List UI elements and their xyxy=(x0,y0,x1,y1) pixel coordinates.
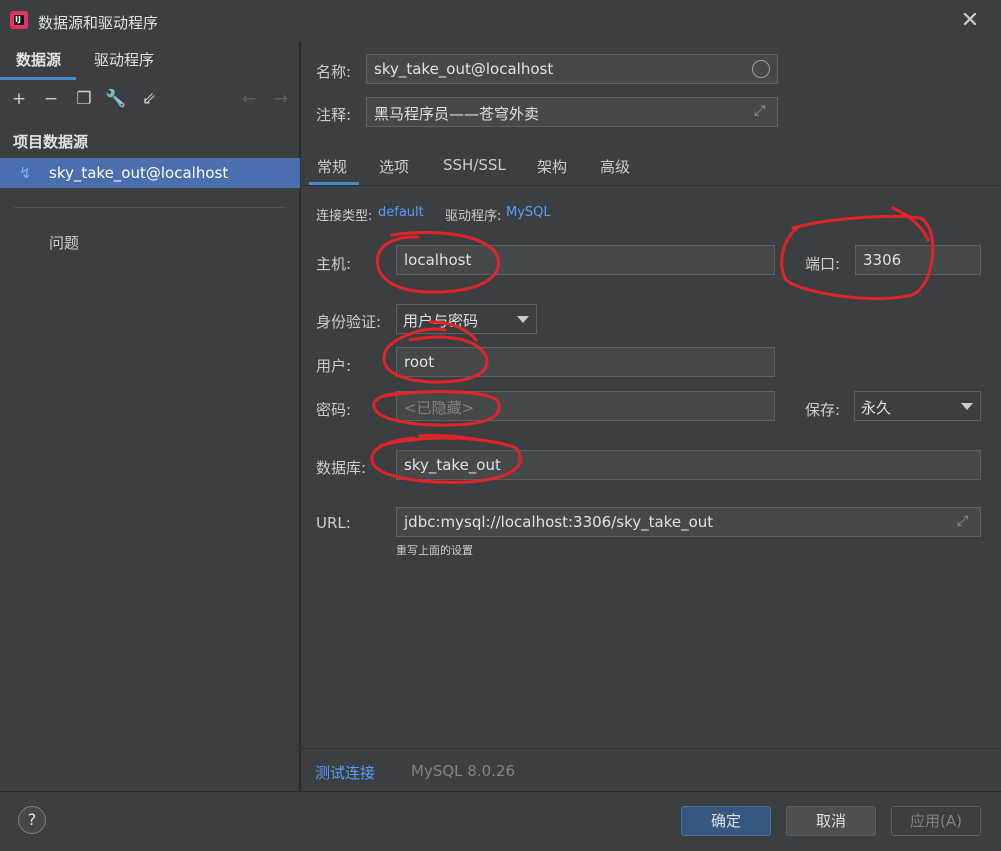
forward-arrow-icon[interactable]: → xyxy=(270,88,292,110)
url-input[interactable]: jdbc:mysql://localhost:3306/sky_take_out xyxy=(396,507,981,537)
driver-version: MySQL 8.0.26 xyxy=(411,762,515,780)
sidebar-toolbar: + − ❐ 🔧 ⇙ ← → xyxy=(0,86,300,114)
auth-select-value: 用户与密码 xyxy=(403,312,479,330)
port-input[interactable]: 3306 xyxy=(855,245,981,275)
name-input[interactable]: sky_take_out@localhost xyxy=(366,54,778,84)
comment-input[interactable]: 黑马程序员——苍穹外卖 xyxy=(366,97,778,127)
test-connection-bar: 测试连接 MySQL 8.0.26 xyxy=(301,748,1001,791)
password-input[interactable]: <已隐藏> xyxy=(396,391,775,421)
expand-icon[interactable]: ⤢ xyxy=(957,513,968,529)
chevron-down-icon xyxy=(961,403,973,410)
tab-schemas[interactable]: 架构 xyxy=(537,156,567,177)
tab-ssh-ssl[interactable]: SSH/SSL xyxy=(443,156,506,174)
apply-button[interactable]: 应用(A) xyxy=(891,806,981,836)
color-circle-icon[interactable] xyxy=(752,60,770,78)
wrench-icon[interactable]: 🔧 xyxy=(105,88,127,110)
url-override-hint: 重写上面的设置 xyxy=(396,544,473,557)
password-label: 密码: xyxy=(316,401,352,419)
title-bar: IJ 数据源和驱动程序 ✕ xyxy=(0,0,1001,42)
tab-drivers[interactable]: 驱动程序 xyxy=(94,49,154,70)
sidebar: 数据源 驱动程序 + − ❐ 🔧 ⇙ ← → 项目数据源 ↯ sky_take_… xyxy=(0,42,300,791)
chevron-down-icon xyxy=(517,316,529,323)
help-icon[interactable]: ? xyxy=(18,806,46,834)
tab-options[interactable]: 选项 xyxy=(379,156,409,177)
auth-select[interactable]: 用户与密码 xyxy=(396,304,537,334)
connection-type-link[interactable]: default xyxy=(378,205,424,220)
mysql-dolphin-icon: ↯ xyxy=(19,164,32,182)
name-label: 名称: xyxy=(316,63,352,81)
ok-button[interactable]: 确定 xyxy=(681,806,771,836)
tab-advanced[interactable]: 高级 xyxy=(600,156,630,177)
dialog-footer: ? 确定 取消 应用(A) xyxy=(0,791,1001,851)
active-tab-indicator xyxy=(0,77,76,80)
driver-link[interactable]: MySQL xyxy=(506,205,551,220)
user-input[interactable]: root xyxy=(396,347,775,377)
save-label: 保存: xyxy=(805,401,841,419)
expand-icon[interactable]: ⤢ xyxy=(754,103,765,119)
tab-general[interactable]: 常规 xyxy=(317,156,347,177)
database-label: 数据库: xyxy=(316,459,367,477)
host-input[interactable]: localhost xyxy=(396,245,775,275)
import-icon[interactable]: ⇙ xyxy=(138,88,160,110)
sidebar-tabs: 数据源 驱动程序 xyxy=(0,42,300,80)
connection-type-label: 连接类型: xyxy=(316,209,373,224)
window-title: 数据源和驱动程序 xyxy=(38,14,159,32)
main-panel: 名称: sky_take_out@localhost 注释: 黑马程序员——苍穹… xyxy=(301,42,1001,791)
user-label: 用户: xyxy=(316,357,352,375)
test-connection-link[interactable]: 测试连接 xyxy=(315,762,375,783)
save-select[interactable]: 永久 xyxy=(854,391,981,421)
project-data-sources-heading: 项目数据源 xyxy=(13,133,89,151)
intellij-app-icon: IJ xyxy=(10,11,28,29)
remove-icon[interactable]: − xyxy=(40,88,62,110)
add-icon[interactable]: + xyxy=(8,88,30,110)
copy-icon[interactable]: ❐ xyxy=(73,88,95,110)
comment-label: 注释: xyxy=(316,106,352,124)
cancel-button[interactable]: 取消 xyxy=(786,806,876,836)
sidebar-divider xyxy=(14,207,286,208)
url-label: URL: xyxy=(316,514,351,532)
active-settings-tab-indicator xyxy=(309,182,359,185)
close-icon[interactable]: ✕ xyxy=(958,9,982,33)
problems-item[interactable]: 问题 xyxy=(49,232,79,253)
database-input[interactable]: sky_take_out xyxy=(396,450,981,480)
tab-data-sources[interactable]: 数据源 xyxy=(16,49,61,70)
save-select-value: 永久 xyxy=(861,399,892,417)
host-label: 主机: xyxy=(316,255,352,273)
data-source-label: sky_take_out@localhost xyxy=(49,164,229,182)
port-label: 端口: xyxy=(805,255,841,273)
back-arrow-icon[interactable]: ← xyxy=(238,88,260,110)
data-source-item[interactable]: ↯ sky_take_out@localhost xyxy=(0,158,300,188)
auth-label: 身份验证: xyxy=(316,313,382,331)
driver-label: 驱动程序: xyxy=(445,209,502,224)
settings-tabs: 常规 选项 SSH/SSL 架构 高级 xyxy=(301,148,1001,186)
